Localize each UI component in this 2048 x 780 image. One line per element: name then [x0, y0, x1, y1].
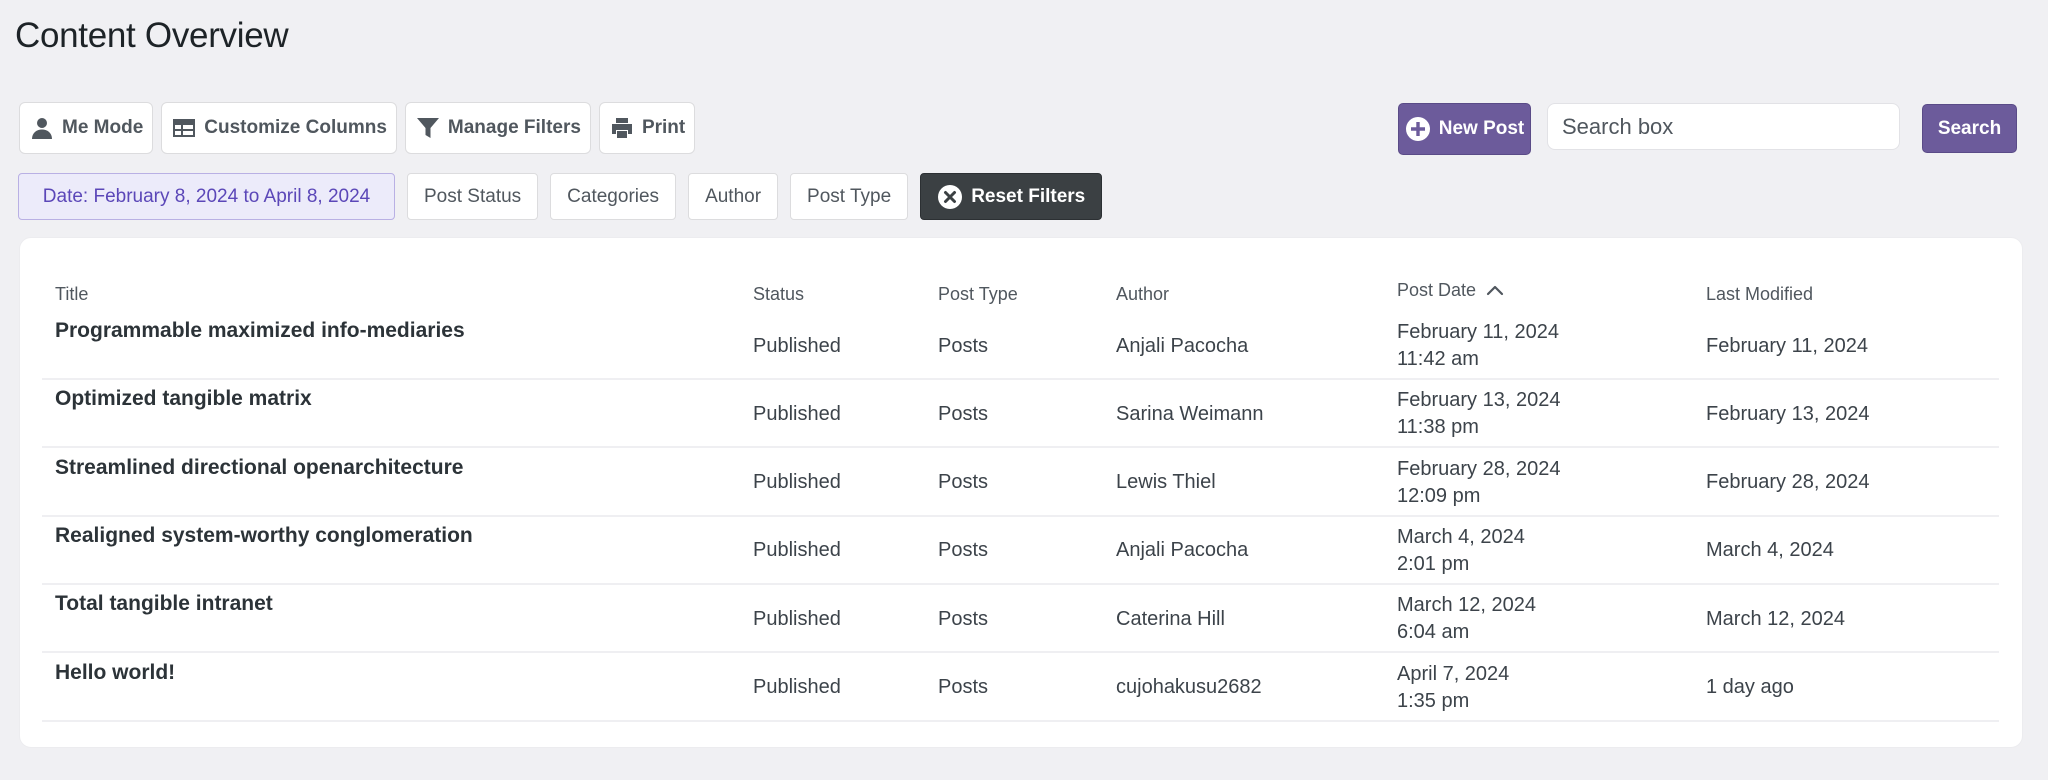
- reset-filters-button[interactable]: Reset Filters: [920, 173, 1103, 220]
- post-date-time: 6:04 am: [1397, 621, 1470, 644]
- cell-last-modified: March 12, 2024: [1693, 587, 1999, 654]
- cell-last-modified: 1 day ago: [1693, 656, 1999, 722]
- table-row[interactable]: Streamlined directional openarchitecture…: [20, 451, 2022, 519]
- print-button[interactable]: Print: [598, 102, 696, 154]
- cell-post-type: Posts: [925, 656, 1111, 722]
- cell-post-date: March 12, 2024 6:04 am: [1384, 587, 1701, 654]
- cell-title[interactable]: Realigned system-worthy conglomeration: [42, 519, 755, 585]
- post-date-time: 12:09 pm: [1397, 484, 1481, 507]
- cell-author: cujohakusu2682: [1103, 656, 1385, 722]
- search-input[interactable]: [1547, 103, 1900, 150]
- cell-status: Published: [740, 656, 929, 722]
- cell-post-date: February 13, 2024 11:38 pm: [1384, 382, 1701, 449]
- date-filter[interactable]: Date: February 8, 2024 to April 8, 2024: [18, 173, 395, 220]
- column-header-post-date[interactable]: Post Date: [1397, 270, 1504, 310]
- filter-bar: Date: February 8, 2024 to April 8, 2024 …: [18, 173, 1103, 220]
- table-row[interactable]: Hello world! Published Posts cujohakusu2682…: [20, 656, 2022, 724]
- post-date-day: March 4, 2024: [1397, 525, 1525, 548]
- column-header-status[interactable]: Status: [753, 274, 804, 314]
- column-header-post-type[interactable]: Post Type: [938, 274, 1018, 314]
- post-date-time: 2:01 pm: [1397, 552, 1470, 575]
- cell-post-type: Posts: [925, 451, 1111, 517]
- cell-post-date: February 28, 2024 12:09 pm: [1384, 451, 1701, 517]
- cell-author: Lewis Thiel: [1103, 451, 1385, 517]
- cell-status: Published: [740, 314, 929, 380]
- cell-title[interactable]: Hello world!: [42, 656, 755, 722]
- cell-status: Published: [740, 587, 929, 654]
- me-mode-button[interactable]: Me Mode: [19, 102, 154, 154]
- cell-last-modified: February 11, 2024: [1693, 314, 1999, 380]
- manage-filters-label: Manage Filters: [447, 117, 581, 138]
- post-date-day: February 11, 2024: [1397, 321, 1559, 343]
- post-type-filter[interactable]: Post Type: [790, 173, 909, 220]
- cell-post-date: February 11, 2024 11:42 am: [1384, 314, 1701, 380]
- column-header-last-modified[interactable]: Last Modified: [1706, 274, 1813, 314]
- plus-circle-icon: [1405, 116, 1431, 142]
- table-row[interactable]: Total tangible intranet Published Posts Cat…: [20, 587, 2022, 655]
- customize-columns-label: Customize Columns: [204, 117, 387, 138]
- cell-title[interactable]: Streamlined directional openarchitecture: [42, 451, 755, 517]
- cell-status: Published: [740, 382, 929, 449]
- column-header-title[interactable]: Title: [55, 274, 88, 314]
- table-row[interactable]: Optimized tangible matrix Published Posts S…: [20, 382, 2022, 450]
- chevron-up-icon: [1486, 284, 1504, 296]
- cell-title[interactable]: Total tangible intranet: [42, 587, 755, 654]
- table-row[interactable]: Programmable maximized info-mediaries Pub…: [20, 314, 2022, 382]
- filter-icon: [416, 116, 440, 140]
- post-date-day: February 28, 2024: [1397, 457, 1561, 480]
- post-status-filter[interactable]: Post Status: [407, 173, 539, 220]
- reset-filters-label: Reset Filters: [971, 185, 1086, 207]
- cell-author: Anjali Pacocha: [1103, 314, 1385, 380]
- cell-post-type: Posts: [925, 587, 1111, 654]
- cell-status: Published: [740, 519, 929, 585]
- posts-table: Title Status Post Type Author Post Date …: [19, 237, 2023, 748]
- post-date-day: March 12, 2024: [1397, 594, 1536, 617]
- cell-author: Sarina Weimann: [1103, 382, 1385, 449]
- cell-last-modified: March 4, 2024: [1693, 519, 1999, 585]
- column-header-author[interactable]: Author: [1116, 274, 1169, 314]
- print-icon: [610, 116, 634, 140]
- new-post-button[interactable]: New Post: [1398, 103, 1531, 155]
- me-mode-label: Me Mode: [62, 117, 144, 138]
- cell-title[interactable]: Optimized tangible matrix: [42, 382, 755, 449]
- cell-status: Published: [740, 451, 929, 517]
- customize-columns-button[interactable]: Customize Columns: [161, 102, 397, 154]
- cell-last-modified: February 28, 2024: [1693, 451, 1999, 517]
- cell-post-type: Posts: [925, 382, 1111, 449]
- new-post-label: New Post: [1438, 118, 1525, 139]
- cell-post-date: April 7, 2024 1:35 pm: [1384, 656, 1701, 722]
- table-icon: [172, 116, 196, 140]
- post-date-time: 11:42 am: [1397, 348, 1479, 370]
- table-row[interactable]: Realigned system-worthy conglomeration Pu…: [20, 519, 2022, 587]
- cell-post-type: Posts: [925, 314, 1111, 380]
- user-icon: [30, 116, 54, 140]
- page-title: Content Overview: [15, 16, 289, 55]
- post-date-header-label: Post Date: [1397, 279, 1477, 300]
- print-label: Print: [641, 117, 686, 138]
- post-date-day: April 7, 2024: [1397, 662, 1510, 685]
- search-button[interactable]: Search: [1922, 104, 2017, 153]
- cell-title[interactable]: Programmable maximized info-mediaries: [42, 314, 755, 380]
- cell-author: Caterina Hill: [1103, 587, 1385, 654]
- post-date-time: 1:35 pm: [1397, 689, 1470, 712]
- toolbar: Me Mode Customize Columns Manage Filters…: [19, 102, 696, 154]
- post-date-time: 11:38 pm: [1397, 416, 1479, 439]
- cell-author: Anjali Pacocha: [1103, 519, 1385, 585]
- table-header: Title Status Post Type Author Post Date …: [20, 274, 2022, 314]
- close-circle-icon: [937, 184, 963, 210]
- cell-post-type: Posts: [925, 519, 1111, 585]
- categories-filter[interactable]: Categories: [550, 173, 677, 220]
- post-date-day: February 13, 2024: [1397, 389, 1561, 412]
- cell-last-modified: February 13, 2024: [1693, 382, 1999, 449]
- author-filter[interactable]: Author: [688, 173, 779, 220]
- manage-filters-button[interactable]: Manage Filters: [404, 102, 591, 154]
- cell-post-date: March 4, 2024 2:01 pm: [1384, 519, 1701, 585]
